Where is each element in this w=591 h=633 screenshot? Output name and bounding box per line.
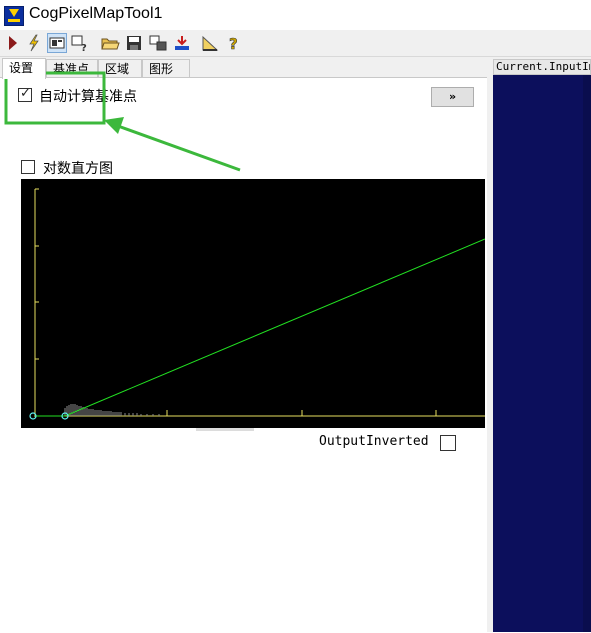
open-button[interactable]: [100, 33, 120, 53]
image-edge: [583, 75, 591, 632]
app-icon: [4, 6, 24, 26]
tab-region[interactable]: 区域: [98, 59, 142, 78]
output-inverted-checkbox[interactable]: [440, 435, 456, 451]
run-icon: [9, 36, 17, 50]
histogram-plot[interactable]: [21, 179, 485, 428]
image-display-icon: [49, 37, 65, 49]
import-button[interactable]: [172, 33, 192, 53]
image-display[interactable]: [493, 75, 591, 632]
measure-icon: [202, 35, 219, 51]
output-inverted-label: OutputInverted: [319, 434, 429, 449]
svg-text:?: ?: [229, 35, 238, 53]
tab-fiducials[interactable]: 基准点: [46, 59, 98, 78]
help-button[interactable]: ?: [224, 33, 244, 54]
auto-compute-checkbox[interactable]: [18, 86, 32, 102]
reset-icon: [149, 35, 167, 51]
image-header: Current.InputImage: [493, 59, 591, 75]
image-help-icon: ?: [71, 35, 87, 54]
save-icon: [127, 36, 141, 50]
measure-button[interactable]: [200, 33, 220, 53]
tab-graphics[interactable]: 图形: [142, 59, 190, 78]
import-icon: [175, 36, 189, 50]
tab-strip: 设置 基准点 区域 图形: [0, 58, 487, 79]
log-histogram-label: 对数直方图: [43, 161, 113, 177]
image-help-button[interactable]: ?: [70, 33, 90, 54]
svg-text:?: ?: [81, 43, 87, 53]
window-title: CogPixelMapTool1: [29, 5, 163, 22]
histogram-graphic: [29, 188, 485, 420]
lightning-icon: [29, 34, 39, 52]
toolbar: ? ?: [0, 30, 591, 57]
expand-button[interactable]: »: [431, 87, 474, 107]
save-button[interactable]: [124, 33, 144, 53]
image-display-button[interactable]: [47, 33, 67, 53]
run-button[interactable]: [3, 33, 23, 53]
reset-button[interactable]: [148, 33, 168, 53]
image-panel: Current.InputImage: [493, 57, 591, 632]
electric-button[interactable]: [24, 33, 44, 53]
open-folder-icon: [101, 38, 120, 50]
plot-scrollbar: [196, 428, 254, 431]
tab-settings[interactable]: 设置: [2, 58, 46, 79]
log-histogram-checkbox[interactable]: [21, 160, 35, 174]
title-bar: CogPixelMapTool1: [0, 0, 591, 30]
auto-compute-label: 自动计算基准点: [39, 89, 137, 105]
mapping-line: [64, 238, 485, 417]
help-icon: ?: [229, 35, 238, 54]
